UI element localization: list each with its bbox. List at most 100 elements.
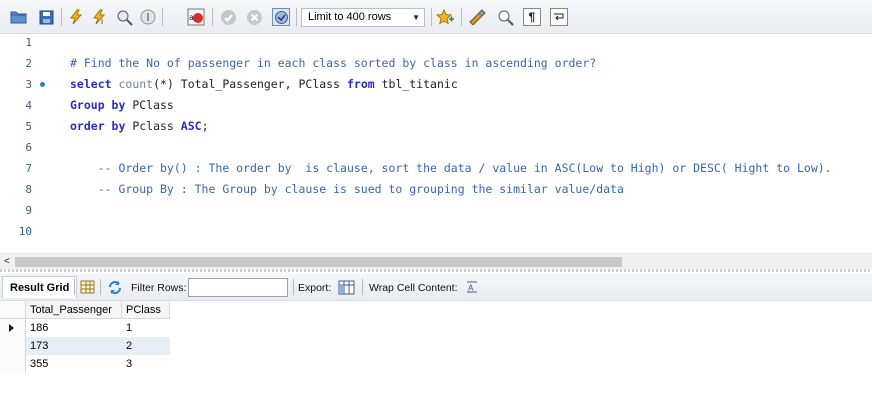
code-line[interactable]: 10 (0, 221, 872, 242)
code-line[interactable]: 3 select count(*) Total_Passenger, PClass… (0, 74, 872, 95)
line-number: 3 (25, 78, 32, 91)
svg-text:A: A (468, 284, 474, 293)
svg-text:a: a (189, 13, 194, 22)
table-cell[interactable]: 355 (26, 355, 122, 373)
code-text: -- Group By : The Group by clause is sue… (70, 179, 624, 200)
row-indicator[interactable] (0, 355, 26, 373)
open-folder-icon[interactable] (9, 8, 27, 26)
code-text: -- Order by() : The order by is clause, … (70, 158, 832, 179)
code-token: PClass (132, 98, 174, 112)
table-cell[interactable]: 1 (122, 319, 170, 337)
row-indicator-header (0, 301, 26, 319)
code-token: -- Group By : The Group by clause is sue… (70, 182, 624, 196)
explain-icon[interactable] (115, 8, 133, 26)
code-line[interactable]: 8 -- Group By : The Group by clause is s… (0, 179, 872, 200)
commit-icon[interactable] (219, 8, 237, 26)
tab-result-grid[interactable]: Result Grid (2, 276, 78, 298)
code-line[interactable]: 2 # Find the No of passenger in each clas… (0, 53, 872, 74)
code-token: ; (201, 119, 209, 133)
toolbar-separator (461, 8, 462, 26)
wrap-cell-icon[interactable]: A (466, 281, 482, 296)
rollback-icon[interactable] (245, 8, 263, 26)
table-cell[interactable]: 186 (26, 319, 122, 337)
statement-marker-icon (40, 82, 45, 87)
limit-rows-value: Limit to 400 rows (308, 11, 392, 23)
toolbar-separator (296, 8, 297, 26)
toolbar-separator (362, 279, 363, 295)
row-indicator[interactable] (0, 319, 26, 337)
filter-rows-label: Filter Rows: (131, 282, 187, 294)
line-number: 4 (25, 99, 32, 112)
filter-rows-input[interactable] (188, 278, 288, 297)
toolbar-separator (431, 8, 432, 26)
table-cell[interactable]: 173 (26, 337, 122, 355)
code-line[interactable]: 9 (0, 200, 872, 221)
svg-text:I: I (101, 18, 103, 25)
line-number: 7 (25, 162, 32, 175)
code-line[interactable]: 5 order by Pclass ASC; (0, 116, 872, 137)
code-token: from (346, 77, 382, 91)
column-header[interactable]: Total_Passenger (26, 301, 122, 319)
row-indicator[interactable] (0, 337, 26, 355)
grid-view-icon[interactable] (80, 280, 96, 295)
code-line[interactable]: 1 (0, 32, 872, 53)
line-number: 5 (25, 120, 32, 133)
save-icon[interactable] (37, 8, 55, 26)
line-number: 8 (25, 183, 32, 196)
code-token: select (70, 77, 119, 91)
toolbar-separator (61, 8, 62, 26)
beautify-icon[interactable] (436, 8, 454, 26)
code-text: Group by PClass (70, 95, 174, 116)
wrap-cell-content-label: Wrap Cell Content: (369, 282, 458, 294)
code-line[interactable]: 4 Group by PClass (0, 95, 872, 116)
toolbar-separator (74, 279, 75, 295)
code-text: order by Pclass ASC; (70, 116, 209, 137)
code-token: (*) Total_Passenger, PClass (153, 77, 347, 91)
autocommit-icon[interactable] (272, 8, 290, 26)
code-text: select count(*) Total_Passenger, PClass … (70, 74, 458, 95)
execute-current-icon[interactable]: I (91, 8, 109, 26)
result-toolbar: Result Grid Filter Rows: Export: Wrap Ce… (0, 273, 872, 301)
format-brush-icon[interactable] (468, 8, 486, 26)
line-number: 1 (25, 36, 32, 49)
line-number: 2 (25, 57, 32, 70)
export-icon[interactable] (338, 280, 355, 295)
toggle-error-icon[interactable]: a (187, 8, 205, 26)
line-number: 6 (25, 141, 32, 154)
invisible-chars-icon[interactable]: ¶ (523, 8, 541, 26)
table-cell[interactable]: 3 (122, 355, 170, 373)
panel-splitter[interactable] (0, 269, 872, 272)
line-number: 10 (18, 225, 32, 238)
editor-toolbar: I a Limit to 400 rows ▼ ¶ (0, 0, 872, 34)
table-cell[interactable]: 2 (122, 337, 170, 355)
horizontal-scrollbar[interactable]: < (0, 253, 872, 269)
code-token: count (118, 77, 154, 91)
code-token: tbl_titanic (381, 77, 458, 91)
find-icon[interactable] (496, 8, 514, 26)
toolbar-separator (100, 279, 101, 295)
code-line[interactable]: 7 -- Order by() : The order by is clause… (0, 158, 872, 179)
current-row-icon (9, 324, 14, 332)
toolbar-separator (212, 8, 213, 26)
scrollbar-thumb[interactable] (15, 257, 622, 267)
limit-rows-select[interactable]: Limit to 400 rows ▼ (301, 8, 425, 27)
code-token: Group by (70, 98, 133, 112)
execute-icon[interactable] (67, 8, 85, 26)
code-line[interactable]: 6 (0, 137, 872, 158)
wrap-icon[interactable] (550, 8, 568, 26)
code-token: ASC (180, 119, 202, 133)
column-header[interactable]: PClass (122, 301, 170, 319)
export-label: Export: (298, 282, 332, 294)
refresh-icon[interactable] (107, 280, 123, 295)
code-token: # Find the No of passenger in each class… (70, 56, 597, 70)
code-text: # Find the No of passenger in each class… (70, 53, 596, 74)
code-token: Pclass (132, 119, 181, 133)
sql-editor[interactable]: 1 2 # Find the No of passenger in each cla… (0, 34, 872, 252)
stop-icon[interactable] (139, 8, 157, 26)
chevron-down-icon: ▼ (412, 13, 420, 22)
line-number: 9 (25, 204, 32, 217)
code-token: order by (70, 119, 133, 133)
code-token: -- Order by() : The order by is clause, … (70, 161, 832, 175)
toolbar-separator (162, 8, 163, 26)
scroll-left-icon[interactable]: < (4, 256, 10, 267)
